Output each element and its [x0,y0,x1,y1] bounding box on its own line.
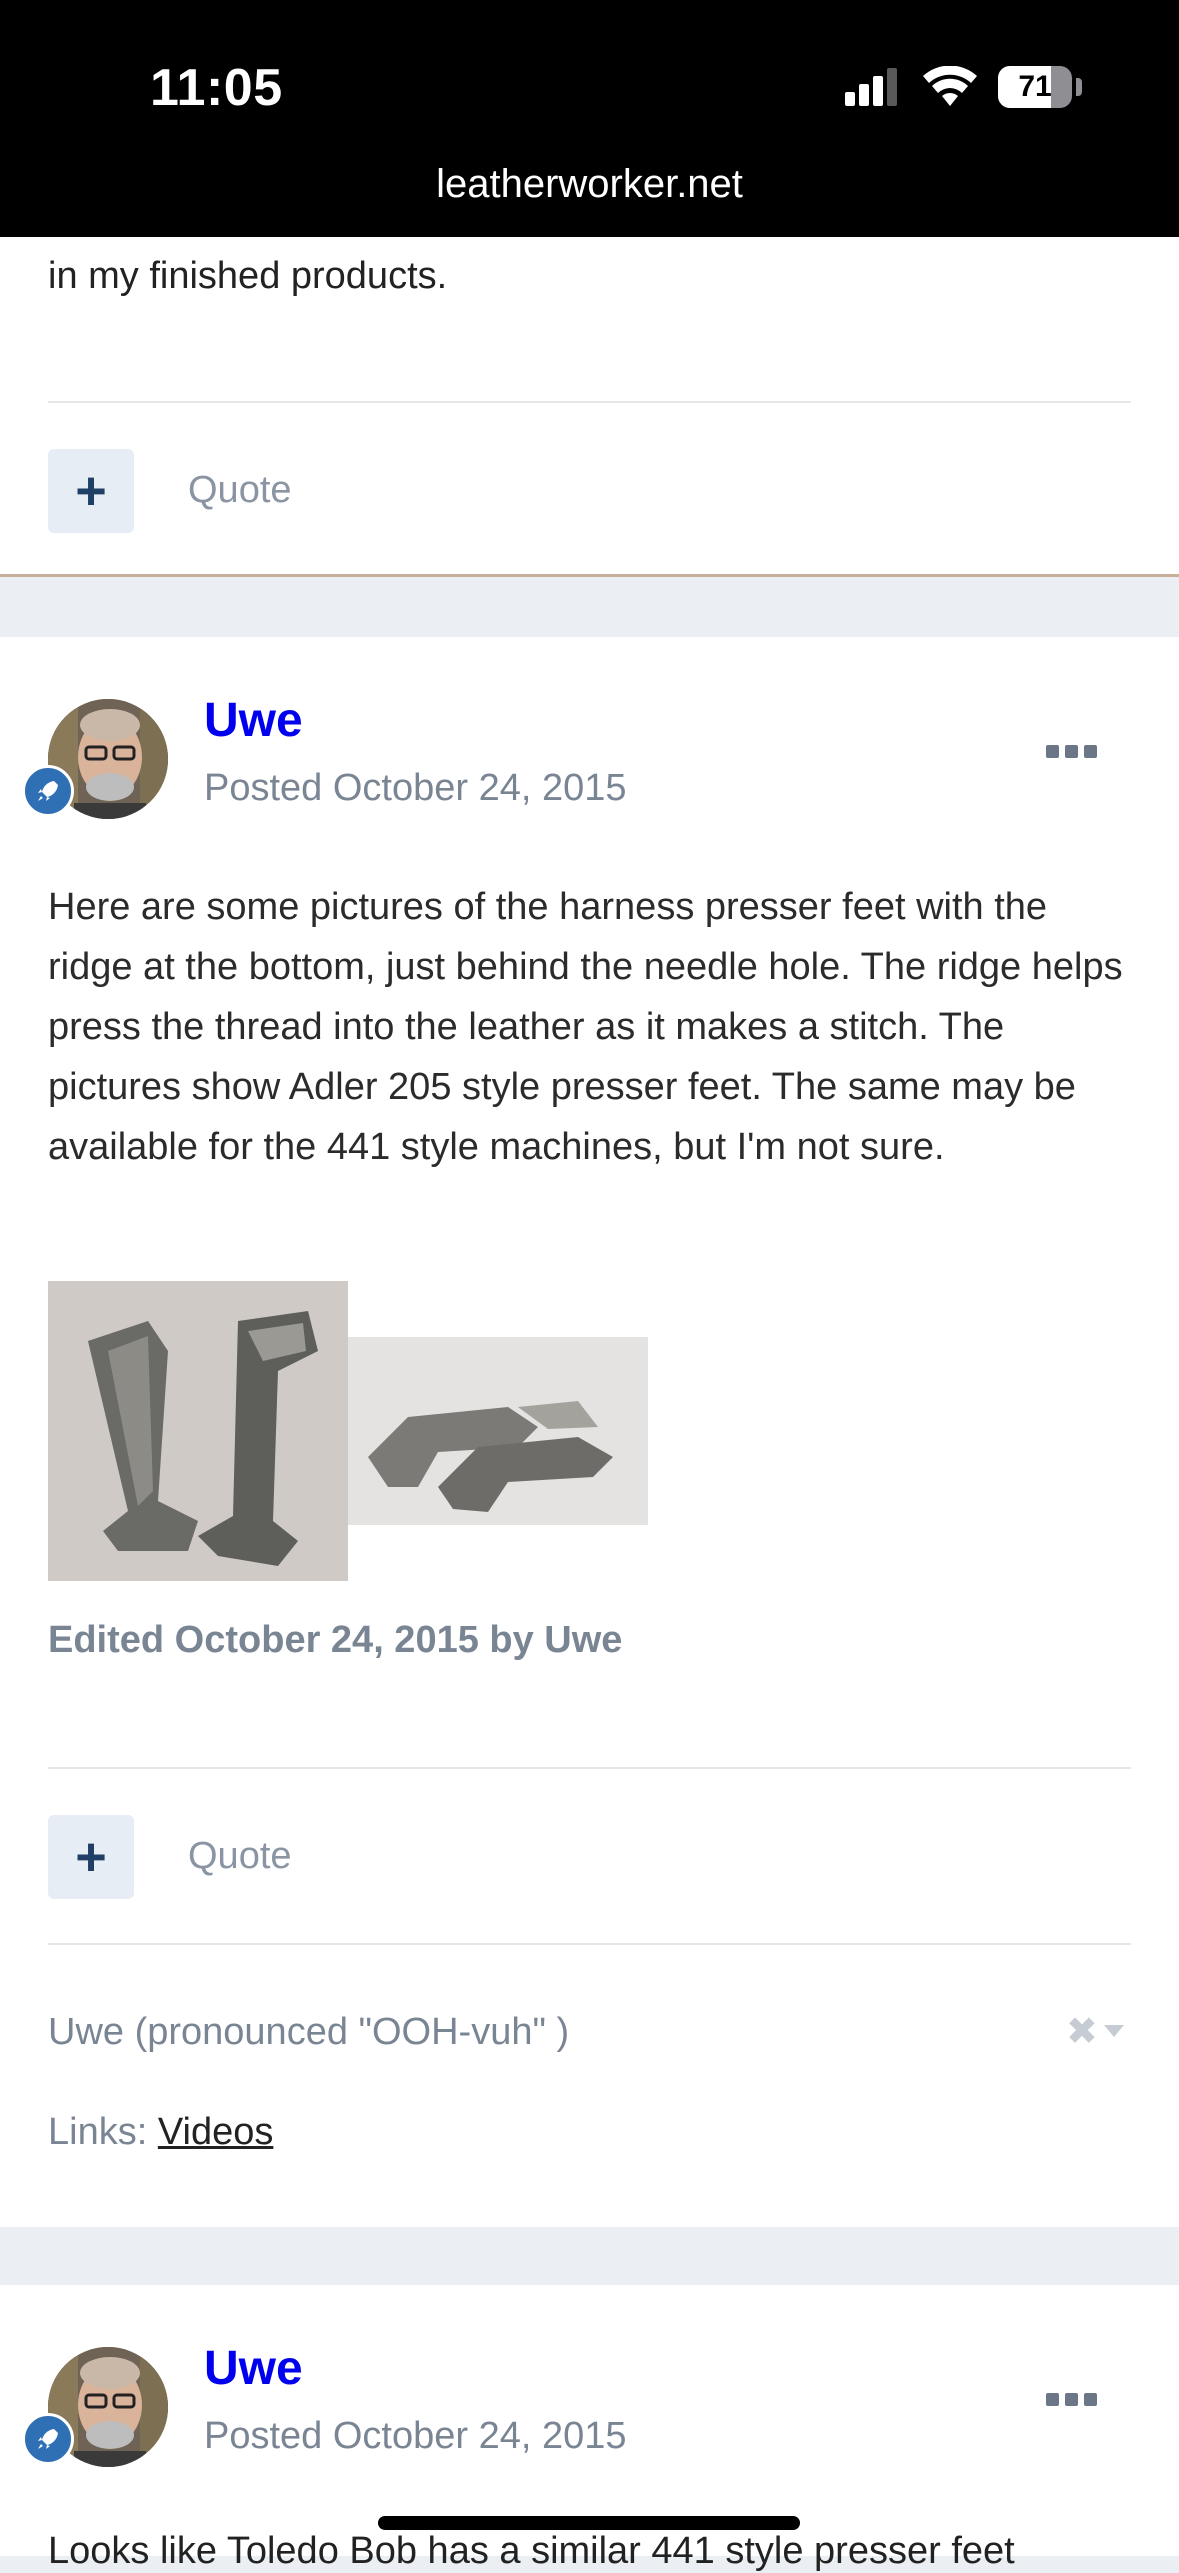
post-body-text: in my finished products. [48,255,448,297]
divider [48,401,1131,403]
wifi-icon [923,66,977,106]
quote-button[interactable]: Quote [188,1835,292,1878]
edited-notice: Edited October 24, 2015 by Uwe [48,1619,623,1661]
rocket-icon [38,781,58,801]
plus-icon: + [75,1827,107,1887]
post-body-text: Here are some pictures of the harness pr… [48,886,1123,1168]
signature-line: Uwe (pronounced "OOH-vuh" ) [48,2011,570,2053]
divider [48,1943,1131,1945]
battery-icon: 71 [998,66,1072,108]
reaction-plus-button[interactable]: + [48,449,134,533]
post-body-text: Looks like Toledo Bob has a similar 441 … [48,2530,1015,2572]
more-options-icon[interactable] [1046,745,1098,759]
author-name[interactable]: Uwe [204,693,303,748]
post-date[interactable]: Posted October 24, 2015 [204,767,627,810]
close-icon: ✖ [1066,2010,1098,2053]
status-bar: 11:05 71 leatherworker.net [0,0,1179,237]
previous-post-card: in my finished products. + Quote [0,237,1179,577]
more-options-icon[interactable] [1046,2393,1098,2407]
author-name[interactable]: Uwe [204,2341,303,2396]
plus-icon: + [75,461,107,521]
quote-button[interactable]: Quote [188,469,292,512]
signature-toggle[interactable]: ✖ [1066,2011,1130,2053]
post-date[interactable]: Posted October 24, 2015 [204,2415,627,2458]
home-indicator[interactable] [378,2516,800,2530]
post-card: Uwe Posted October 24, 2015 Here are som… [0,637,1179,2227]
signature-links: Links: Videos [48,2111,273,2154]
rocket-icon [38,2429,58,2449]
member-badge-icon [22,765,74,817]
address-bar-url[interactable]: leatherworker.net [0,162,1179,207]
chevron-down-icon [1103,2025,1124,2037]
clip-region: in my finished products. [0,237,1179,474]
presser-feet-photo-2[interactable] [348,1337,648,1525]
presser-feet-photo-1[interactable] [48,1281,348,1581]
reaction-plus-button[interactable]: + [48,1815,134,1899]
videos-link[interactable]: Videos [158,2111,274,2153]
battery-percent: 71 [1018,70,1052,103]
status-time: 11:05 [150,59,283,117]
cellular-signal-icon [845,68,897,106]
battery-cap [1076,78,1082,96]
links-label: Links: [48,2111,148,2153]
presser-feet-image [48,1281,348,1581]
divider [48,1767,1131,1769]
member-badge-icon [22,2413,74,2465]
presser-feet-image [348,1337,648,1525]
